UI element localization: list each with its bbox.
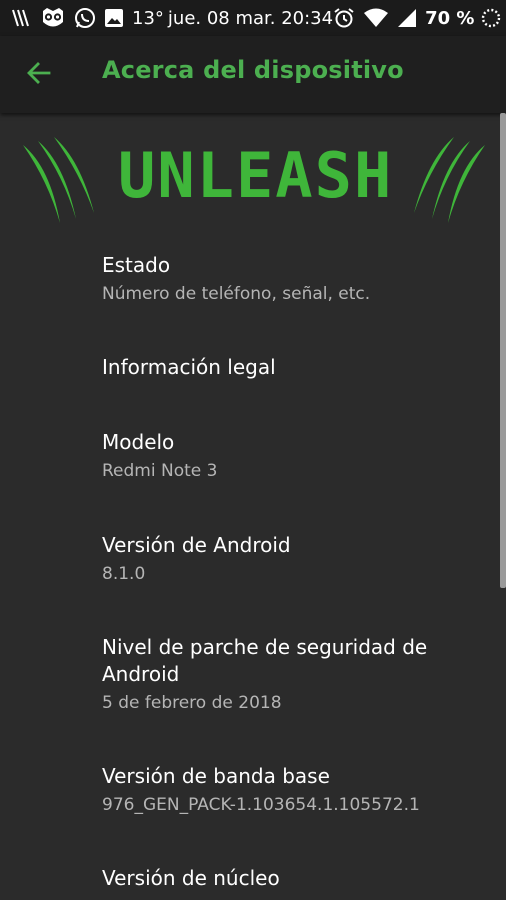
item-modelo[interactable]: Modelo Redmi Note 3 bbox=[102, 429, 482, 483]
app-bar: Acerca del dispositivo bbox=[0, 36, 506, 113]
datetime-text: jue. 08 mar. 20:34 bbox=[167, 7, 334, 29]
item-version-android[interactable]: Versión de Android 8.1.0 bbox=[102, 532, 482, 586]
signal-icon bbox=[397, 8, 417, 28]
battery-text: 70 % bbox=[425, 7, 475, 29]
claw-marks-left-icon bbox=[20, 137, 102, 231]
page-title: Acerca del dispositivo bbox=[102, 56, 404, 84]
loading-icon bbox=[480, 7, 502, 29]
item-title: Estado bbox=[102, 253, 171, 277]
settings-list[interactable]: UNLEASH Estado Número de teléfono, señal… bbox=[0, 113, 506, 900]
item-subtitle: Número de teléfono, señal, etc. bbox=[102, 284, 371, 304]
unleash-text: UNLEASH bbox=[118, 139, 394, 212]
arrow-back-icon bbox=[26, 60, 52, 90]
item-estado[interactable]: Estado Número de teléfono, señal, etc. bbox=[102, 252, 482, 306]
back-button[interactable] bbox=[15, 51, 63, 99]
claw-icon bbox=[10, 8, 32, 28]
temperature-text: 13° bbox=[132, 7, 164, 29]
alarm-icon bbox=[333, 7, 355, 29]
item-subtitle: 5 de febrero de 2018 bbox=[102, 693, 282, 713]
image-icon bbox=[104, 8, 124, 28]
item-title: Nivel de parche de seguridad de Android bbox=[102, 635, 428, 686]
unleash-banner: UNLEASH bbox=[0, 125, 506, 225]
status-right-group: 70 % bbox=[333, 7, 502, 29]
item-banda-base[interactable]: Versión de banda base 976_GEN_PACK-1.103… bbox=[102, 763, 482, 817]
item-title: Información legal bbox=[102, 355, 276, 379]
item-title: Versión de núcleo bbox=[102, 866, 280, 890]
item-title: Modelo bbox=[102, 430, 175, 454]
whatsapp-icon bbox=[74, 7, 96, 29]
item-title: Versión de banda base bbox=[102, 764, 330, 788]
item-parche-seguridad[interactable]: Nivel de parche de seguridad de Android … bbox=[102, 634, 482, 715]
item-subtitle: 976_GEN_PACK-1.103654.1.105572.1 bbox=[102, 795, 420, 815]
owl-icon bbox=[40, 7, 66, 29]
claw-marks-right-icon bbox=[406, 137, 488, 231]
item-subtitle: Redmi Note 3 bbox=[102, 461, 218, 481]
scrollbar[interactable] bbox=[500, 113, 506, 588]
status-bar: 13° jue. 08 mar. 20:34 70 % bbox=[0, 0, 506, 36]
item-title: Versión de Android bbox=[102, 533, 291, 557]
item-version-nucleo[interactable]: Versión de núcleo bbox=[102, 865, 482, 892]
wifi-icon bbox=[363, 8, 389, 28]
item-informacion-legal[interactable]: Información legal bbox=[102, 354, 482, 381]
item-subtitle: 8.1.0 bbox=[102, 564, 146, 584]
